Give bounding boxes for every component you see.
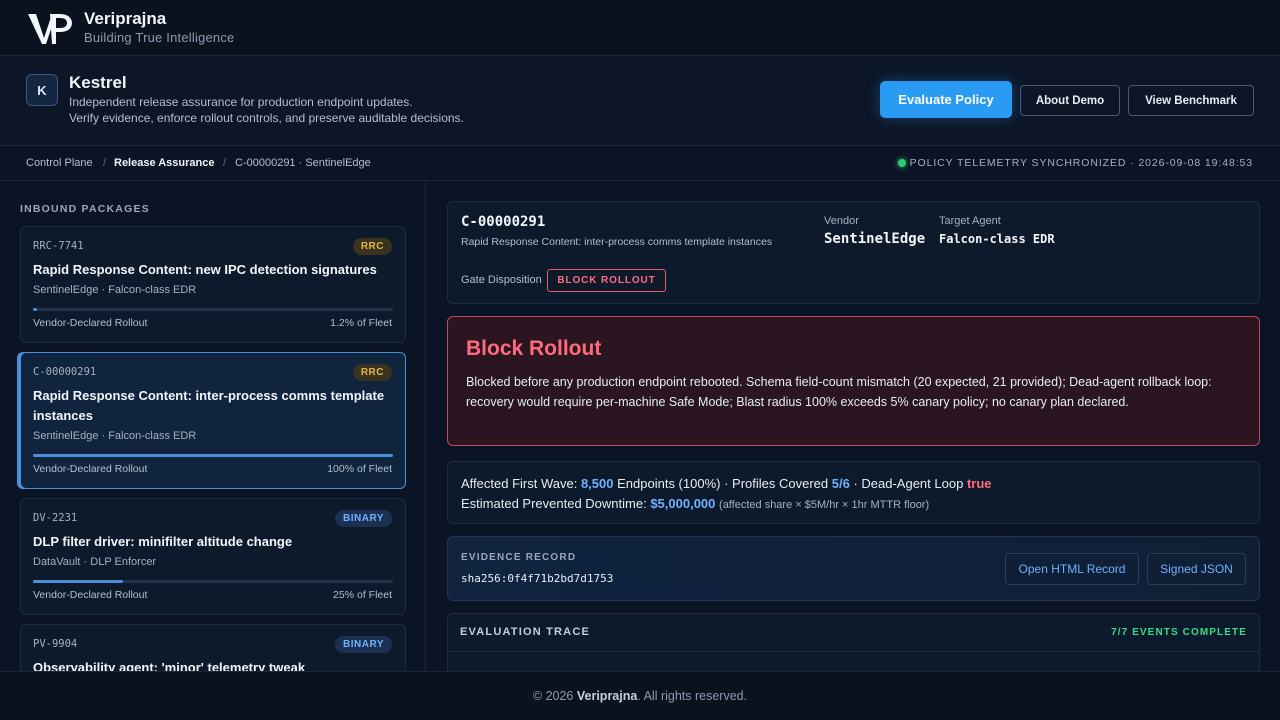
profiles-value: 5/6 [831,476,850,491]
rollout-percent: 100% of Fleet [327,463,392,475]
breadcrumb-release-assurance[interactable]: Release Assurance [114,157,215,169]
package-description: Rapid Response Content: inter-process co… [461,236,773,248]
target-agent-label: Target Agent [939,215,1001,227]
rollout-progress-fill [33,454,393,457]
rollout-progress-fill [33,580,123,583]
rollout-progress-bar [33,454,393,457]
target-agent-value: Falcon-class EDR [939,232,1055,246]
evidence-label: EVIDENCE RECORD [461,552,577,563]
package-card[interactable]: PV-9904 BINARY Observability agent: 'min… [20,624,406,671]
package-vendor: DataVault · DLP Enforcer [33,556,157,568]
evaluation-trace-card: EVALUATION TRACE 7/7 EVENTS COMPLETE [447,613,1260,671]
package-type-badge: RRC [352,238,392,255]
package-title: DLP filter driver: minifilter altitude c… [33,534,293,549]
impact-stats-card: Affected First Wave: 8,500 Endpoints (10… [447,461,1260,524]
gate-disposition-label: Gate Disposition [461,274,542,286]
rollout-percent: 1.2% of Fleet [330,317,392,329]
rollout-label: Vendor-Declared Rollout [33,463,148,475]
rollout-label: Vendor-Declared Rollout [33,317,148,329]
about-demo-button[interactable]: About Demo [1020,85,1120,116]
alert-title: Block Rollout [466,337,602,360]
brand-bar: Veriprajna Building True Intelligence [0,0,1280,56]
wave-value: 8,500 [580,476,614,491]
package-card[interactable]: DV-2231 BINARY DLP filter driver: minifi… [20,498,406,615]
package-card-selected[interactable]: C-00000291 RRC Rapid Response Content: i… [20,352,406,489]
dead-agent-loop-value: true [966,476,992,491]
vendor-label: Vendor [824,215,859,227]
downtime-value: $5,000,000 [650,496,716,511]
trace-status: 7/7 EVENTS COMPLETE [1111,627,1247,638]
product-header: K Kestrel Independent release assurance … [0,56,1280,146]
trace-label: EVALUATION TRACE [460,626,591,638]
footer-brand: Veriprajna [576,689,638,703]
dead-agent-loop-label: · Dead-Agent Loop [853,476,964,491]
gate-disposition-badge: BLOCK ROLLOUT [547,269,666,292]
rollout-progress-fill [33,308,38,311]
rollout-percent: 25% of Fleet [333,589,392,601]
rollout-label: Vendor-Declared Rollout [33,589,148,601]
package-summary-card: C-00000291 Rapid Response Content: inter… [447,201,1260,304]
package-title: Rapid Response Content: inter-process co… [33,388,385,423]
evidence-record-card: EVIDENCE RECORD sha256:0f4f71b2bd7d1753 … [447,536,1260,601]
breadcrumb: Control Plane / Release Assurance / C-00… [0,146,1280,181]
signed-json-button[interactable]: Signed JSON [1147,553,1246,585]
product-description: Independent release assurance for produc… [69,95,413,109]
package-type-badge: BINARY [335,636,392,653]
package-id: RRC-7741 [33,240,84,252]
breadcrumb-separator: / [103,157,107,169]
impact-stats-line: Affected First Wave: 8,500 Endpoints (10… [461,476,992,491]
inbound-packages-panel: INBOUND PACKAGES RRC-7741 RRC Rapid Resp… [0,181,426,671]
product-title: Kestrel [69,73,127,92]
evidence-hash: sha256:0f4f71b2bd7d1753 [461,572,614,585]
footer-copyright: © 2026 [532,689,574,703]
open-html-record-button[interactable]: Open HTML Record [1005,553,1139,585]
sync-status: POLICY TELEMETRY SYNCHRONIZED · 2026-09-… [909,157,1253,169]
package-detail-panel: C-00000291 Rapid Response Content: inter… [427,181,1280,671]
rollout-progress-bar [33,580,393,583]
view-benchmark-button[interactable]: View Benchmark [1128,85,1254,116]
package-title: Observability agent: 'minor' telemetry t… [33,660,306,671]
wave-suffix: Endpoints (100%) · Profiles Covered [617,476,829,491]
package-id: C-00000291 [33,366,97,378]
downtime-label: Estimated Prevented Downtime: [461,496,647,511]
downtime-line: Estimated Prevented Downtime: $5,000,000… [461,496,929,511]
package-id: PV-9904 [33,638,78,650]
block-rollout-alert: Block Rollout Blocked before any product… [447,316,1260,446]
breadcrumb-separator: / [223,157,227,169]
breadcrumb-current: C-00000291 · SentinelEdge [235,157,371,169]
package-vendor: SentinelEdge · Falcon-class EDR [33,284,197,296]
footer: © 2026 Veriprajna. All rights reserved. [0,671,1280,720]
product-description-2: Verify evidence, enforce rollout control… [69,111,464,125]
package-title: Rapid Response Content: new IPC detectio… [33,262,377,277]
evaluate-policy-button[interactable]: Evaluate Policy [880,81,1012,118]
package-vendor: SentinelEdge · Falcon-class EDR [33,430,197,442]
status-dot-icon [898,159,906,167]
package-card[interactable]: RRC-7741 RRC Rapid Response Content: new… [20,226,406,343]
wave-label: Affected First Wave: [461,476,578,491]
alert-body: Blocked before any production endpoint r… [466,375,1212,409]
product-badge: K [26,74,58,106]
package-id: C-00000291 [461,214,546,230]
brand-name: Veriprajna [84,9,167,28]
rollout-progress-bar [33,308,393,311]
divider [448,651,1259,652]
footer-rights: . All rights reserved. [637,689,748,703]
veriprajna-logo[interactable] [26,10,74,46]
package-id: DV-2231 [33,512,78,524]
breadcrumb-control-plane[interactable]: Control Plane [26,157,93,169]
package-type-badge: BINARY [335,510,392,527]
section-label: INBOUND PACKAGES [20,203,150,215]
brand-tagline: Building True Intelligence [84,30,235,45]
vendor-value: SentinelEdge [824,231,926,247]
package-type-badge: RRC [352,364,392,381]
downtime-note: (affected share × $5M/hr × 1hr MTTR floo… [719,499,930,511]
